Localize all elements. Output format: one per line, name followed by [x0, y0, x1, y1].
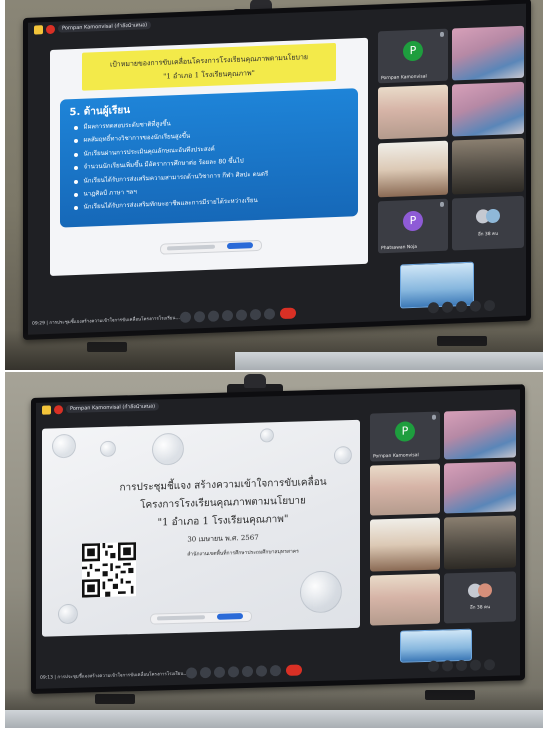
table-surface	[235, 352, 543, 370]
meet-control-bar: 09:29 | การประชุมชี้แจงสร้างความเข้าใจกา…	[28, 294, 526, 335]
leave-call-icon[interactable]	[280, 307, 296, 320]
activities-icon[interactable]	[470, 659, 481, 671]
more-participants-label: อีก 38 คน	[478, 231, 499, 238]
participant-tile[interactable]	[370, 517, 440, 572]
participant-name: Pornpan Kamonvisal	[381, 74, 427, 82]
participant-tile[interactable]	[452, 137, 524, 195]
shared-slide: เป้าหมายของการขับเคลื่อนโครงการโรงเรียนค…	[50, 37, 368, 276]
more-icon[interactable]	[270, 665, 281, 677]
participant-avatar-stack	[486, 208, 500, 224]
people-icon[interactable]	[442, 660, 453, 672]
meeting-time-title: 09:13 | การประชุมชี้แจงสร้างความเข้าใจกา…	[40, 671, 188, 681]
slide-box-title: 5. ด้านผู้เรียน	[69, 104, 131, 119]
mic-off-icon	[440, 201, 444, 207]
meet-screen: Pornpan Kamonvisal (กำลังนำเสนอ) เป้าหมา…	[28, 3, 526, 335]
participant-avatar: P	[403, 40, 423, 62]
camera-icon[interactable]	[200, 666, 211, 679]
participant-avatar: P	[403, 210, 423, 232]
participant-tile[interactable]: P Pornpan Kamonvisal	[378, 28, 448, 84]
participant-tile[interactable]	[452, 81, 524, 137]
captions-button[interactable]	[227, 242, 253, 250]
participant-tile[interactable]	[370, 463, 440, 516]
participant-tile[interactable]	[444, 515, 516, 570]
slide-content-box: 5. ด้านผู้เรียน มีผลการทดสอบระดับชาติที่…	[59, 88, 359, 228]
water-drop-decoration	[100, 440, 116, 458]
participant-tile[interactable]	[378, 84, 448, 140]
lock-icon[interactable]	[484, 659, 495, 671]
info-icon[interactable]	[428, 660, 439, 672]
participant-grid: P Pornpan Kamonvisal P Phatsawan Noja อี…	[378, 25, 526, 258]
mic-icon[interactable]	[186, 667, 197, 679]
lock-icon[interactable]	[484, 299, 495, 312]
record-icon[interactable]	[54, 405, 63, 415]
captions-text	[157, 615, 205, 621]
participant-tile[interactable]	[452, 25, 524, 81]
webcam-lens	[244, 374, 266, 388]
participant-grid: P Pornpan Kamonvisal อีก 38 คน	[370, 409, 518, 627]
mic-icon[interactable]	[180, 311, 191, 323]
slide-header: เป้าหมายของการขับเคลื่อนโครงการโรงเรียนค…	[81, 42, 337, 91]
more-participants-tile[interactable]: อีก 38 คน	[452, 195, 524, 251]
captions-bar[interactable]	[160, 239, 262, 255]
people-icon[interactable]	[442, 301, 453, 313]
emoji-icon[interactable]	[228, 666, 239, 678]
mic-off-icon	[432, 414, 436, 420]
hand-raise-icon[interactable]	[34, 25, 43, 35]
hand-raise-icon[interactable]	[256, 665, 267, 677]
participant-tile[interactable]	[378, 140, 448, 198]
water-drop-decoration	[334, 446, 352, 465]
top-photo: Pornpan Kamonvisal (กำลังนำเสนอ) เป้าหมา…	[5, 0, 543, 370]
captions-icon[interactable]	[214, 666, 225, 678]
chat-icon[interactable]	[456, 659, 467, 672]
chat-icon[interactable]	[456, 300, 467, 313]
present-icon[interactable]	[236, 309, 247, 321]
more-participants-tile[interactable]: อีก 38 คน	[444, 571, 516, 624]
more-participants-label: อีก 38 คน	[470, 605, 491, 611]
captions-icon[interactable]	[208, 310, 219, 322]
mic-off-icon	[440, 31, 444, 37]
leave-call-icon[interactable]	[286, 664, 302, 676]
info-icon[interactable]	[428, 302, 439, 314]
activities-icon[interactable]	[470, 300, 481, 312]
camera-icon[interactable]	[194, 311, 205, 323]
captions-bar[interactable]	[150, 610, 252, 625]
participant-tile[interactable]	[444, 409, 516, 460]
slide-bullet-list: มีผลการทดสอบระดับชาติที่สูงขึ้น ผลสัมฤทธ…	[74, 114, 269, 215]
presenter-chip: Pornpan Kamonvisal (กำลังนำเสนอ)	[66, 402, 160, 414]
water-drop-decoration	[260, 428, 274, 443]
water-drop-decoration	[52, 433, 76, 459]
present-icon[interactable]	[242, 665, 253, 678]
hand-raise-icon[interactable]	[250, 308, 261, 321]
participant-tile[interactable]	[444, 461, 516, 514]
participant-name: Pornpan Kamonvisal	[373, 453, 419, 460]
bottom-photo: Pornpan Kamonvisal (กำลังนำเสนอ) การประช…	[5, 372, 543, 728]
emoji-icon[interactable]	[222, 309, 233, 322]
tv-monitor: Pornpan Kamonvisal (กำลังนำเสนอ) การประช…	[31, 384, 525, 694]
participant-avatar: P	[395, 421, 415, 443]
water-drop-decoration	[300, 570, 342, 614]
meet-screen: Pornpan Kamonvisal (กำลังนำเสนอ) การประช…	[36, 389, 520, 689]
participant-tile[interactable]	[370, 573, 440, 626]
shared-slide: การประชุมชี้แจง สร้างความเข้าใจการขับเคล…	[42, 419, 360, 637]
record-icon[interactable]	[46, 24, 55, 35]
more-icon[interactable]	[264, 308, 275, 320]
water-drop-decoration	[152, 432, 184, 466]
participant-name: Phatsawan Noja	[381, 244, 418, 252]
meet-control-bar: 09:13 | การประชุมชี้แจงสร้างความเข้าใจกา…	[36, 653, 520, 689]
hand-raise-icon[interactable]	[42, 405, 51, 415]
qr-code[interactable]	[82, 542, 136, 598]
table-surface	[5, 710, 543, 728]
captions-text	[167, 244, 215, 251]
tv-monitor: Pornpan Kamonvisal (กำลังนำเสนอ) เป้าหมา…	[23, 0, 531, 340]
presenter-chip: Pornpan Kamonvisal (กำลังนำเสนอ)	[58, 21, 152, 33]
meeting-time-title: 09:29 | การประชุมชี้แจงสร้างความเข้าใจกา…	[32, 315, 180, 327]
participant-tile[interactable]: P Phatsawan Noja	[378, 198, 448, 254]
participant-tile[interactable]: P Pornpan Kamonvisal	[370, 411, 440, 462]
captions-button[interactable]	[217, 613, 243, 620]
participant-avatar-stack	[478, 583, 492, 598]
water-drop-decoration	[58, 603, 78, 625]
